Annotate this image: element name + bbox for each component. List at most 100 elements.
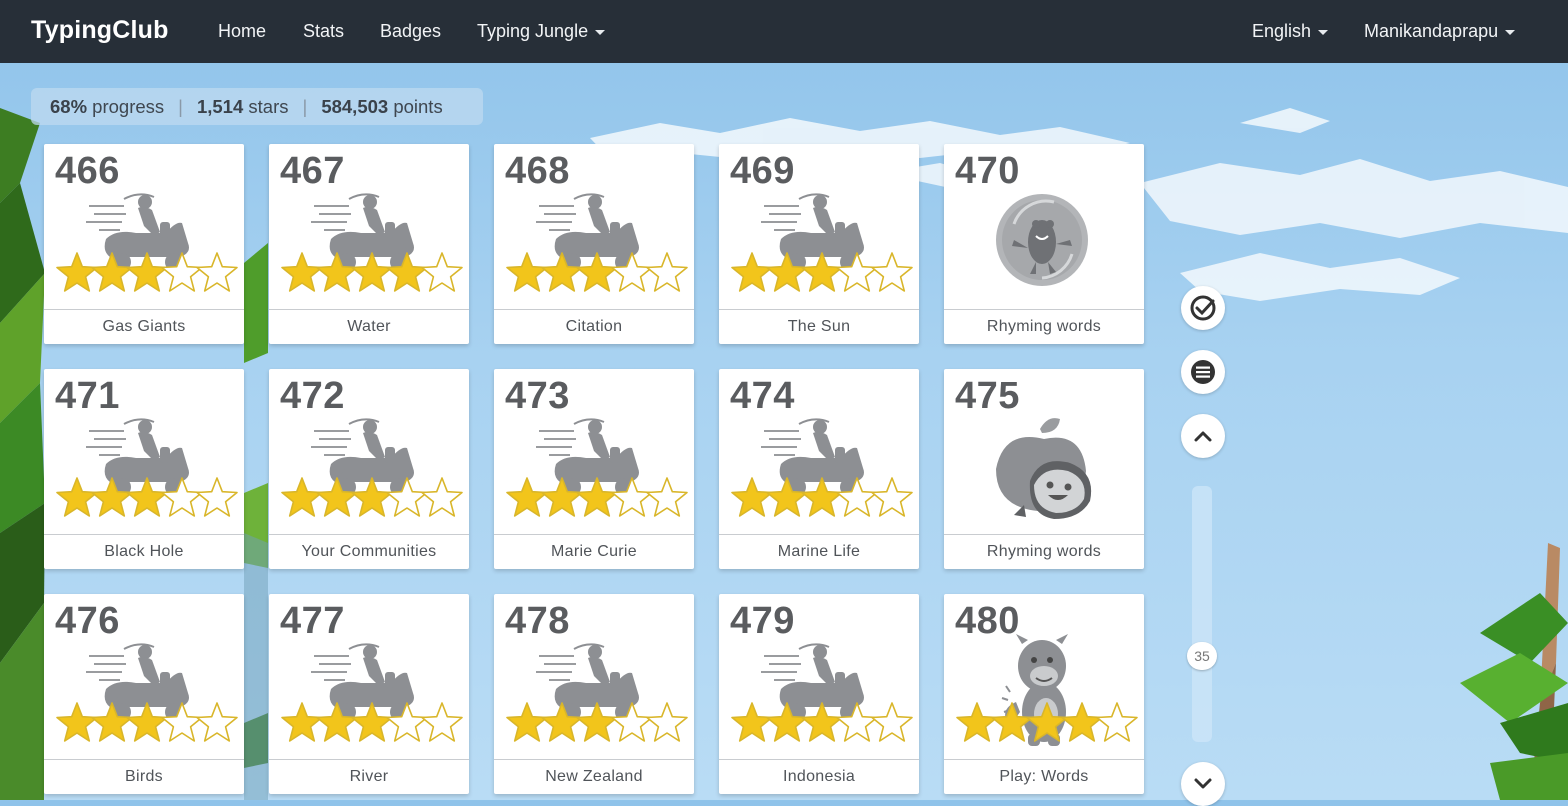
chevron-down-icon [595,29,606,35]
lesson-card-479[interactable]: 479 Indonesia [719,594,919,794]
language-label: English [1252,21,1312,41]
progress-value: 68% [50,95,88,117]
star-filled-icon [351,252,393,292]
lesson-number: 468 [505,150,570,192]
star-filled-icon [506,477,548,517]
scroll-thumb[interactable]: 35 [1187,642,1217,670]
language-dropdown[interactable]: English [1252,21,1329,42]
check-circle-icon [1190,295,1216,321]
hamburger-icon [1191,360,1215,384]
lesson-number: 473 [505,375,570,417]
star-rating [731,477,913,517]
star-filled-icon [126,252,168,292]
user-name: Manikandaprapu [1364,21,1499,41]
brand-logo[interactable]: TypingClub [31,16,169,45]
star-filled-icon [351,477,393,517]
points-label: points [393,95,443,117]
chevron-down-icon [1505,29,1516,35]
star-filled-icon [731,477,773,517]
star-filled-icon [801,702,843,742]
scroll-down-button[interactable] [1181,762,1225,806]
top-nav: TypingClub Home Stats Badges Typing Jung… [0,0,1568,63]
star-empty-icon [646,477,688,517]
lesson-number: 472 [280,375,345,417]
star-filled-icon [801,252,843,292]
lesson-title: New Zealand [494,759,694,794]
star-empty-icon [421,702,463,742]
star-filled-icon [956,702,998,742]
lesson-title: Black Hole [44,534,244,569]
progress-label: progress [92,95,165,117]
nav-home-link[interactable]: Home [218,21,266,42]
lesson-number: 476 [55,600,120,642]
star-empty-icon [871,252,913,292]
star-rating [506,702,688,742]
star-filled-icon [576,477,618,517]
star-rating [56,477,238,517]
lesson-card-467[interactable]: 467 Water [269,144,469,344]
lesson-title: Birds [44,759,244,794]
star-filled-icon [56,702,98,742]
star-empty-icon [196,477,238,517]
lesson-title: Rhyming words [944,309,1144,344]
star-empty-icon [196,702,238,742]
star-empty-icon [1096,702,1138,742]
points-value: 584,503 [321,95,389,117]
lesson-card-476[interactable]: 476 Birds [44,594,244,794]
nav-stats-link[interactable]: Stats [303,21,344,42]
scroll-track[interactable] [1192,486,1212,742]
lesson-title: Indonesia [719,759,919,794]
lesson-card-473[interactable]: 473 Marie Curie [494,369,694,569]
lesson-title: Citation [494,309,694,344]
star-rating [281,252,463,292]
lesson-card-466[interactable]: 466 Gas Giants [44,144,244,344]
lesson-card-474[interactable]: 474 Marine Life [719,369,919,569]
lesson-title: Marine Life [719,534,919,569]
lesson-number: 474 [730,375,795,417]
star-filled-icon [281,252,323,292]
lesson-title: Play: Words [944,759,1144,794]
scroll-up-button[interactable] [1181,414,1225,458]
lesson-card-472[interactable]: 472 Your Communities [269,369,469,569]
star-filled-icon [576,252,618,292]
star-rating [281,477,463,517]
star-rating [56,702,238,742]
lesson-card-480[interactable]: 480 Play: Words [944,594,1144,794]
star-filled-icon [281,702,323,742]
star-rating [56,252,238,292]
lesson-title: Marie Curie [494,534,694,569]
lesson-number: 471 [55,375,120,417]
typing-jungle-label: Typing Jungle [477,21,589,41]
star-filled-icon [56,477,98,517]
lesson-card-477[interactable]: 477 River [269,594,469,794]
stars-label: stars [248,95,289,117]
lesson-card-478[interactable]: 478 New Zealand [494,594,694,794]
star-filled-icon [731,252,773,292]
lesson-title: Your Communities [269,534,469,569]
lesson-card-470[interactable]: 470 Rhyming words [944,144,1144,344]
lesson-card-469[interactable]: 469 The Sun [719,144,919,344]
star-empty-icon [646,702,688,742]
lesson-card-471[interactable]: 471 Black Hole [44,369,244,569]
user-menu-dropdown[interactable]: Manikandaprapu [1364,21,1516,42]
progress-check-button[interactable] [1181,286,1225,330]
nav-badges-link[interactable]: Badges [380,21,441,42]
menu-button[interactable] [1181,350,1225,394]
star-filled-icon [126,702,168,742]
progress-summary: 68% progress | 1,514 stars | 584,503 poi… [31,88,483,125]
divider: | [302,95,308,117]
star-rating [506,252,688,292]
stars-value: 1,514 [196,95,244,117]
lesson-title: Rhyming words [944,534,1144,569]
star-rating [731,702,913,742]
star-filled-icon [506,252,548,292]
lesson-card-468[interactable]: 468 Citation [494,144,694,344]
lesson-number: 480 [955,600,1020,642]
star-empty-icon [421,252,463,292]
star-empty-icon [421,477,463,517]
lesson-card-475[interactable]: 475 Rhyming words [944,369,1144,569]
star-filled-icon [801,477,843,517]
star-empty-icon [871,477,913,517]
lesson-number: 469 [730,150,795,192]
nav-typing-jungle-dropdown[interactable]: Typing Jungle [477,21,606,42]
